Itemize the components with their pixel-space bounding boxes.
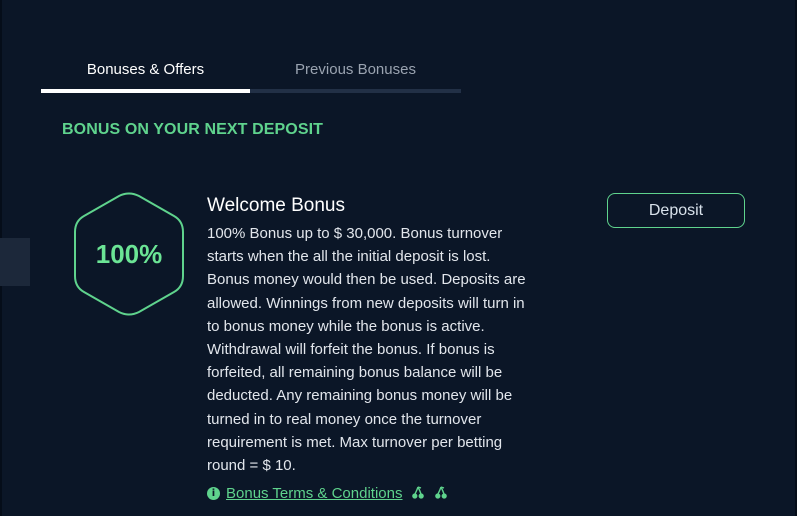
tab-active-indicator (41, 89, 250, 93)
side-collapse-handle[interactable] (0, 238, 30, 286)
section-title: BONUS ON YOUR NEXT DEPOSIT (62, 121, 324, 138)
bonus-description: 100% Bonus up to $ 30,000. Bonus turnove… (207, 225, 526, 475)
terms-row: i Bonus Terms & Conditions (207, 483, 448, 503)
tab-previous-bonuses[interactable]: Previous Bonuses (250, 50, 461, 90)
info-icon: i (207, 486, 220, 500)
terms-conditions-link[interactable]: Bonus Terms & Conditions (226, 485, 402, 502)
tab-bonuses-offers[interactable]: Bonuses & Offers (41, 50, 250, 90)
bonus-percentage: 100% (95, 239, 163, 269)
bonus-tabs: Bonuses & Offers Previous Bonuses (41, 50, 461, 93)
bonus-badge: 100% (74, 192, 184, 316)
deposit-button[interactable]: Deposit (607, 193, 745, 228)
cherry-icon (435, 486, 448, 499)
bonuses-page: Bonuses & Offers Previous Bonuses BONUS … (0, 0, 797, 516)
cherry-icon (412, 486, 425, 499)
bonus-title: Welcome Bonus (207, 195, 345, 216)
